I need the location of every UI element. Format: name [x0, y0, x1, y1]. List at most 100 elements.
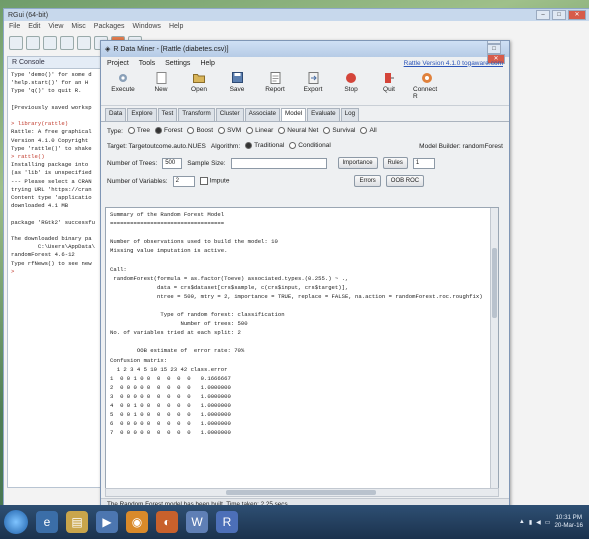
execute-button[interactable]: Execute [109, 71, 137, 93]
menu-misc[interactable]: Misc [71, 23, 85, 30]
new-button[interactable]: New [147, 71, 175, 93]
console-line: > library(rattle) [11, 120, 69, 128]
menu-help[interactable]: Help [200, 60, 214, 67]
tab-explore[interactable]: Explore [127, 108, 157, 121]
rattle-menu-bar: Project Tools Settings Help Rattle Versi… [101, 57, 509, 69]
variables-row: Number of Variables: 2 Impute Errors OOB… [101, 175, 509, 187]
impute-checkbox[interactable]: Impute [199, 177, 229, 185]
errors-button[interactable]: Errors [354, 175, 381, 187]
battery-icon[interactable]: ▭ [545, 519, 551, 526]
type-label: Type: [107, 127, 123, 135]
copy-icon[interactable] [60, 36, 74, 50]
rattle-version-link[interactable]: Rattle Version 4.1.0 togaware.com [404, 60, 503, 67]
quit-button[interactable]: Quit [375, 71, 403, 93]
tab-associate[interactable]: Associate [244, 108, 280, 121]
firefox-icon[interactable]: ◐ [156, 511, 178, 533]
console-line: Type rfNews() to see new [11, 259, 92, 267]
type-radio-survival[interactable]: Survival [323, 127, 355, 135]
output-horizontal-scrollbar[interactable] [105, 488, 499, 497]
export-button[interactable]: Export [299, 71, 327, 93]
algorithm-radio-traditional[interactable]: Traditional [245, 142, 284, 150]
menu-windows[interactable]: Windows [133, 23, 161, 30]
rgui-title-bar[interactable]: RGui (64-bit) – □ ✕ [4, 9, 589, 21]
menu-settings[interactable]: Settings [165, 60, 190, 67]
type-radio-forest[interactable]: Forest [155, 127, 182, 135]
r-app-icon[interactable]: R [216, 511, 238, 533]
save-button[interactable]: Save [223, 71, 251, 93]
type-radio-svm[interactable]: SVM [218, 127, 241, 135]
tab-evaluate[interactable]: Evaluate [307, 108, 340, 121]
chrome-icon[interactable]: ◉ [126, 511, 148, 533]
output-vertical-scrollbar[interactable] [490, 208, 498, 488]
r-console-output: Type 'demo()' for some d'help.start()' f… [8, 69, 104, 278]
rattle-title-bar[interactable]: ◈ R Data Miner - [Rattle (diabetes.csv)]… [101, 41, 509, 64]
paste-icon[interactable] [77, 36, 91, 50]
num-variables-label: Number of Variables: [107, 177, 168, 185]
media-player-icon[interactable]: ▶ [96, 511, 118, 533]
importance-button[interactable]: Importance [337, 157, 378, 169]
vertical-scroll-thumb[interactable] [492, 248, 497, 318]
tab-model[interactable]: Model [280, 108, 307, 121]
open-folder-icon [193, 71, 206, 84]
horizontal-scroll-thumb[interactable] [226, 490, 376, 495]
tab-log[interactable]: Log [340, 108, 360, 121]
num-variables-spinner[interactable]: 2 [172, 175, 195, 187]
tab-data[interactable]: Data [105, 108, 127, 121]
connect-r-button[interactable]: Connect R [413, 71, 441, 100]
sample-size-input[interactable] [230, 157, 327, 169]
tray-arrow-icon[interactable]: ▲ [519, 519, 525, 525]
menu-view[interactable]: View [48, 23, 63, 30]
algorithm-radio-conditional[interactable]: Conditional [289, 142, 331, 150]
console-line: [Previously saved worksp [11, 103, 92, 111]
console-line: trying URL 'https://cran [11, 185, 92, 193]
system-tray: ▲ ▮ ◀ ▭ 10:31 PM 20-Mar-16 [519, 514, 589, 530]
oob-roc-button[interactable]: OOB ROC [385, 175, 425, 187]
type-radio-all[interactable]: All [360, 127, 377, 135]
minimize-button[interactable]: – [536, 10, 550, 20]
type-radio-boost[interactable]: Boost [187, 127, 213, 135]
new-label: New [154, 86, 168, 93]
menu-project[interactable]: Project [107, 60, 129, 67]
open-script-icon[interactable] [9, 36, 23, 50]
file-explorer-icon[interactable]: ▤ [66, 511, 88, 533]
rattle-maximize-button[interactable]: □ [487, 44, 501, 54]
menu-edit[interactable]: Edit [28, 23, 40, 30]
model-output-textview[interactable]: Summary of the Random Forest Model ======… [105, 207, 499, 489]
ie-browser-icon[interactable]: e [36, 511, 58, 533]
tab-cluster[interactable]: Cluster [215, 108, 244, 121]
save-workspace-icon[interactable] [43, 36, 57, 50]
type-radio-tree[interactable]: Tree [127, 127, 150, 135]
load-workspace-icon[interactable] [26, 36, 40, 50]
model-type-row: Type: Tree Forest Boost SVM Linear Neura… [101, 125, 509, 137]
menu-file[interactable]: File [9, 23, 20, 30]
type-radio-neural-net[interactable]: Neural Net [278, 127, 318, 135]
start-button[interactable] [4, 510, 28, 534]
menu-help[interactable]: Help [169, 23, 183, 30]
network-icon[interactable]: ▮ [529, 519, 532, 526]
sample-size-label: Sample Size: [187, 159, 226, 167]
stop-button[interactable]: Stop [337, 71, 365, 93]
quit-label: Quit [383, 86, 395, 93]
volume-icon[interactable]: ◀ [536, 519, 541, 526]
word-icon[interactable]: W [186, 511, 208, 533]
rattle-tab-bar: Data Explore Test Transform Cluster Asso… [101, 106, 509, 122]
rules-button[interactable]: Rules [382, 157, 408, 169]
report-icon [269, 71, 282, 84]
close-button[interactable]: ✕ [568, 10, 586, 20]
tab-transform[interactable]: Transform [178, 108, 215, 121]
report-button[interactable]: Report [261, 71, 289, 93]
menu-tools[interactable]: Tools [139, 60, 155, 67]
menu-packages[interactable]: Packages [94, 23, 125, 30]
open-button[interactable]: Open [185, 71, 213, 93]
clock[interactable]: 10:31 PM 20-Mar-16 [554, 514, 583, 530]
r-console-window[interactable]: R Console Type 'demo()' for some d'help.… [7, 56, 105, 488]
type-radio-linear[interactable]: Linear [246, 127, 273, 135]
output-line: No. of variables tried at each split: 2 [110, 329, 241, 337]
output-line: 5 0 0 1 0 0 0 0 0 0 1.0000000 [110, 411, 231, 419]
tab-test[interactable]: Test [157, 108, 178, 121]
num-trees-input[interactable]: 500 [162, 157, 183, 169]
maximize-button[interactable]: □ [552, 10, 566, 20]
rules-spinner[interactable]: 1 [412, 157, 435, 169]
